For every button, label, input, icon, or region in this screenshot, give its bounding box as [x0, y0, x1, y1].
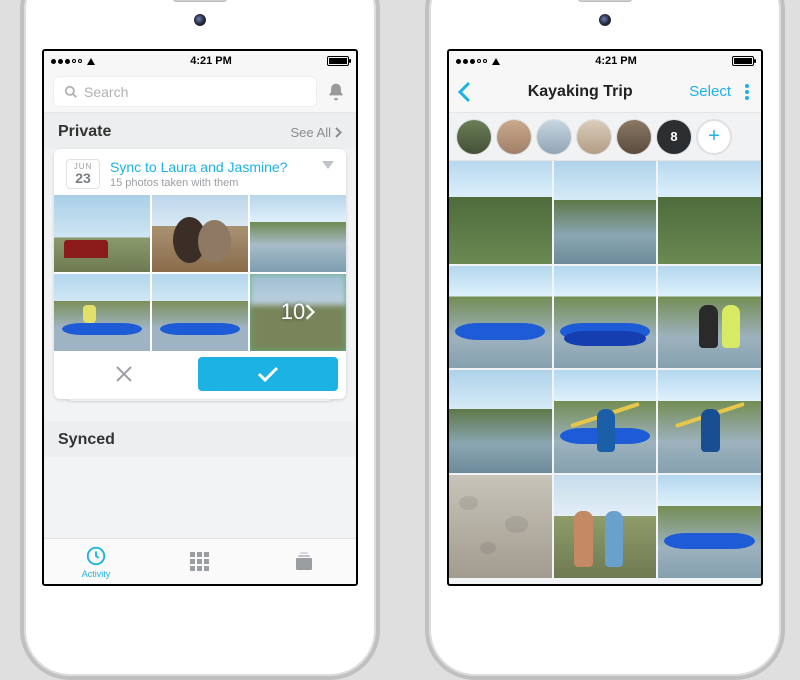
screen-left: 4:21 PM Search Private See All [42, 49, 358, 586]
notifications-icon[interactable] [326, 82, 346, 102]
album-photo-grid [449, 161, 761, 578]
stack-icon [293, 552, 315, 572]
add-participant-button[interactable]: + [697, 120, 731, 154]
phone-front-camera [194, 14, 206, 26]
phone-speaker [578, 0, 633, 2]
sync-thumb-more[interactable]: 10 [250, 274, 346, 351]
photo-thumb[interactable] [658, 370, 761, 473]
participants-row: 8 + [449, 113, 761, 161]
photo-thumb[interactable] [554, 266, 657, 369]
select-button[interactable]: Select [689, 83, 731, 100]
sync-suggestion-card: JUN 23 Sync to Laura and Jasmine? 15 pho… [54, 149, 346, 399]
signal-dots-icon [456, 59, 487, 64]
avatar[interactable] [497, 120, 531, 154]
photo-thumb[interactable] [658, 475, 761, 578]
sync-thumb[interactable] [152, 274, 248, 351]
wifi-icon [492, 58, 500, 65]
section-header-private: Private See All [44, 113, 356, 149]
status-bar: 4:21 PM [449, 51, 761, 71]
date-badge: JUN 23 [66, 159, 100, 189]
avatar[interactable] [457, 120, 491, 154]
section-title-synced: Synced [58, 431, 115, 449]
sync-thumb[interactable] [152, 195, 248, 272]
tab-activity-label: Activity [82, 569, 111, 579]
screen-right: 4:21 PM Kayaking Trip Select 8 + [447, 49, 763, 586]
sync-subtitle: 15 photos taken with them [110, 177, 312, 189]
kebab-icon [745, 84, 749, 100]
signal-dots-icon [51, 59, 82, 64]
avatar[interactable] [617, 120, 651, 154]
phone-speaker [173, 0, 228, 2]
section-header-synced: Synced [44, 421, 356, 457]
chevron-right-icon [305, 304, 315, 320]
battery-icon [732, 56, 754, 66]
tab-activity[interactable]: Activity [45, 545, 148, 579]
photo-thumb[interactable] [449, 266, 552, 369]
search-input[interactable]: Search [54, 77, 316, 106]
status-time: 4:21 PM [190, 55, 232, 67]
accept-button[interactable] [198, 357, 338, 391]
sync-prompt[interactable]: Sync to Laura and Jasmine? [110, 159, 312, 175]
search-bar-row: Search [44, 71, 356, 113]
search-icon [64, 85, 78, 99]
more-menu-button[interactable] [737, 84, 753, 100]
phone-frame-right: 4:21 PM Kayaking Trip Select 8 + [425, 0, 785, 680]
photo-thumb[interactable] [449, 475, 552, 578]
tab-albums[interactable] [253, 552, 356, 572]
photo-thumb[interactable] [449, 370, 552, 473]
search-placeholder: Search [84, 84, 128, 100]
photo-thumb[interactable] [449, 161, 552, 264]
avatar[interactable] [537, 120, 571, 154]
photo-thumb[interactable] [658, 266, 761, 369]
tab-bar: Activity [44, 538, 356, 584]
phone-frame-left: 4:21 PM Search Private See All [20, 0, 380, 680]
photo-thumb[interactable] [554, 161, 657, 264]
close-icon [115, 365, 133, 383]
sync-thumb[interactable] [54, 274, 150, 351]
sync-thumb-grid: 10 [54, 195, 346, 351]
nav-bar: Kayaking Trip Select [449, 71, 761, 113]
check-icon [257, 366, 279, 382]
more-count: 10 [281, 299, 305, 325]
photo-thumb[interactable] [658, 161, 761, 264]
see-all-link[interactable]: See All [291, 125, 342, 140]
sync-thumb[interactable] [54, 195, 150, 272]
page-title: Kayaking Trip [477, 83, 683, 101]
section-title-private: Private [58, 123, 111, 141]
sync-actions [54, 351, 346, 399]
avatar-overflow-count[interactable]: 8 [657, 120, 691, 154]
sync-thumb[interactable] [250, 195, 346, 272]
chevron-right-icon [335, 127, 342, 138]
status-bar: 4:21 PM [44, 51, 356, 71]
phone-front-camera [599, 14, 611, 26]
sync-card-stack: JUN 23 Sync to Laura and Jasmine? 15 pho… [54, 149, 346, 399]
battery-icon [327, 56, 349, 66]
photo-thumb[interactable] [554, 370, 657, 473]
photo-thumb[interactable] [554, 475, 657, 578]
see-all-label: See All [291, 125, 331, 140]
decline-button[interactable] [54, 351, 194, 397]
chevron-down-icon[interactable] [322, 161, 334, 169]
grid-icon [190, 552, 210, 572]
clock-icon [85, 545, 107, 567]
date-day: 23 [67, 171, 99, 185]
status-time: 4:21 PM [595, 55, 637, 67]
tab-grid[interactable] [149, 552, 252, 572]
avatar[interactable] [577, 120, 611, 154]
wifi-icon [87, 58, 95, 65]
back-button[interactable] [457, 81, 471, 103]
